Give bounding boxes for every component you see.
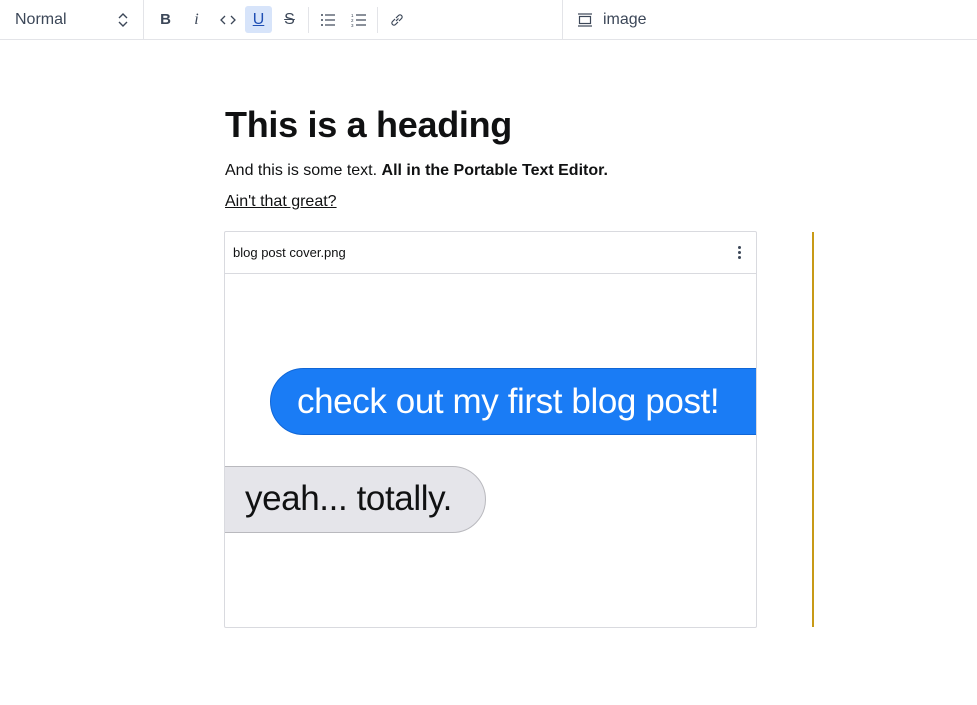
underline-icon: U [252, 10, 265, 28]
strikethrough-button[interactable]: S [276, 6, 303, 33]
italic-button[interactable]: i [183, 6, 210, 33]
block-style-select[interactable]: Normal [0, 0, 144, 40]
strikethrough-icon: S [284, 10, 295, 28]
toolbar-divider [308, 6, 309, 33]
italic-icon: i [194, 10, 199, 28]
chevron-up-down-icon [118, 12, 128, 27]
paragraph-bold-text: All in the Portable Text Editor. [381, 162, 608, 179]
more-options-icon[interactable] [732, 244, 746, 262]
link-icon [390, 13, 403, 26]
image-block-icon [578, 12, 592, 27]
received-message-bubble: yeah... totally. [225, 466, 486, 533]
underline-button[interactable]: U [245, 6, 272, 33]
bullet-list-button[interactable] [314, 6, 341, 33]
image-block-header: blog post cover.png [225, 232, 756, 274]
content-paragraph[interactable]: And this is some text. All in the Portab… [225, 162, 608, 180]
svg-text:3: 3 [351, 23, 354, 27]
image-filename: blog post cover.png [233, 245, 346, 260]
format-button-group: B i U S 1 2 3 [144, 0, 563, 40]
toolbar-divider [377, 6, 378, 33]
insert-image-button[interactable]: image [563, 0, 647, 40]
block-style-value: Normal [15, 10, 67, 28]
numbered-list-button[interactable]: 1 2 3 [345, 6, 372, 33]
content-heading[interactable]: This is a heading [225, 104, 512, 146]
bold-icon: B [160, 11, 171, 28]
bullet-list-icon [320, 13, 335, 26]
code-icon [219, 15, 236, 24]
block-focus-indicator [812, 232, 814, 627]
bold-button[interactable]: B [152, 6, 179, 33]
link-button[interactable] [383, 6, 410, 33]
content-link[interactable]: Ain't that great? [225, 193, 337, 211]
sent-message-bubble: check out my first blog post! [270, 368, 756, 435]
editor-toolbar: Normal B i U S 1 2 3 image [0, 0, 977, 40]
code-button[interactable] [214, 6, 241, 33]
paragraph-text: And this is some text. [225, 162, 378, 179]
image-block[interactable]: blog post cover.png check out my first b… [224, 231, 757, 628]
insert-image-label: image [603, 10, 647, 28]
image-preview: check out my first blog post! yeah... to… [225, 274, 756, 627]
numbered-list-icon: 1 2 3 [351, 13, 366, 27]
